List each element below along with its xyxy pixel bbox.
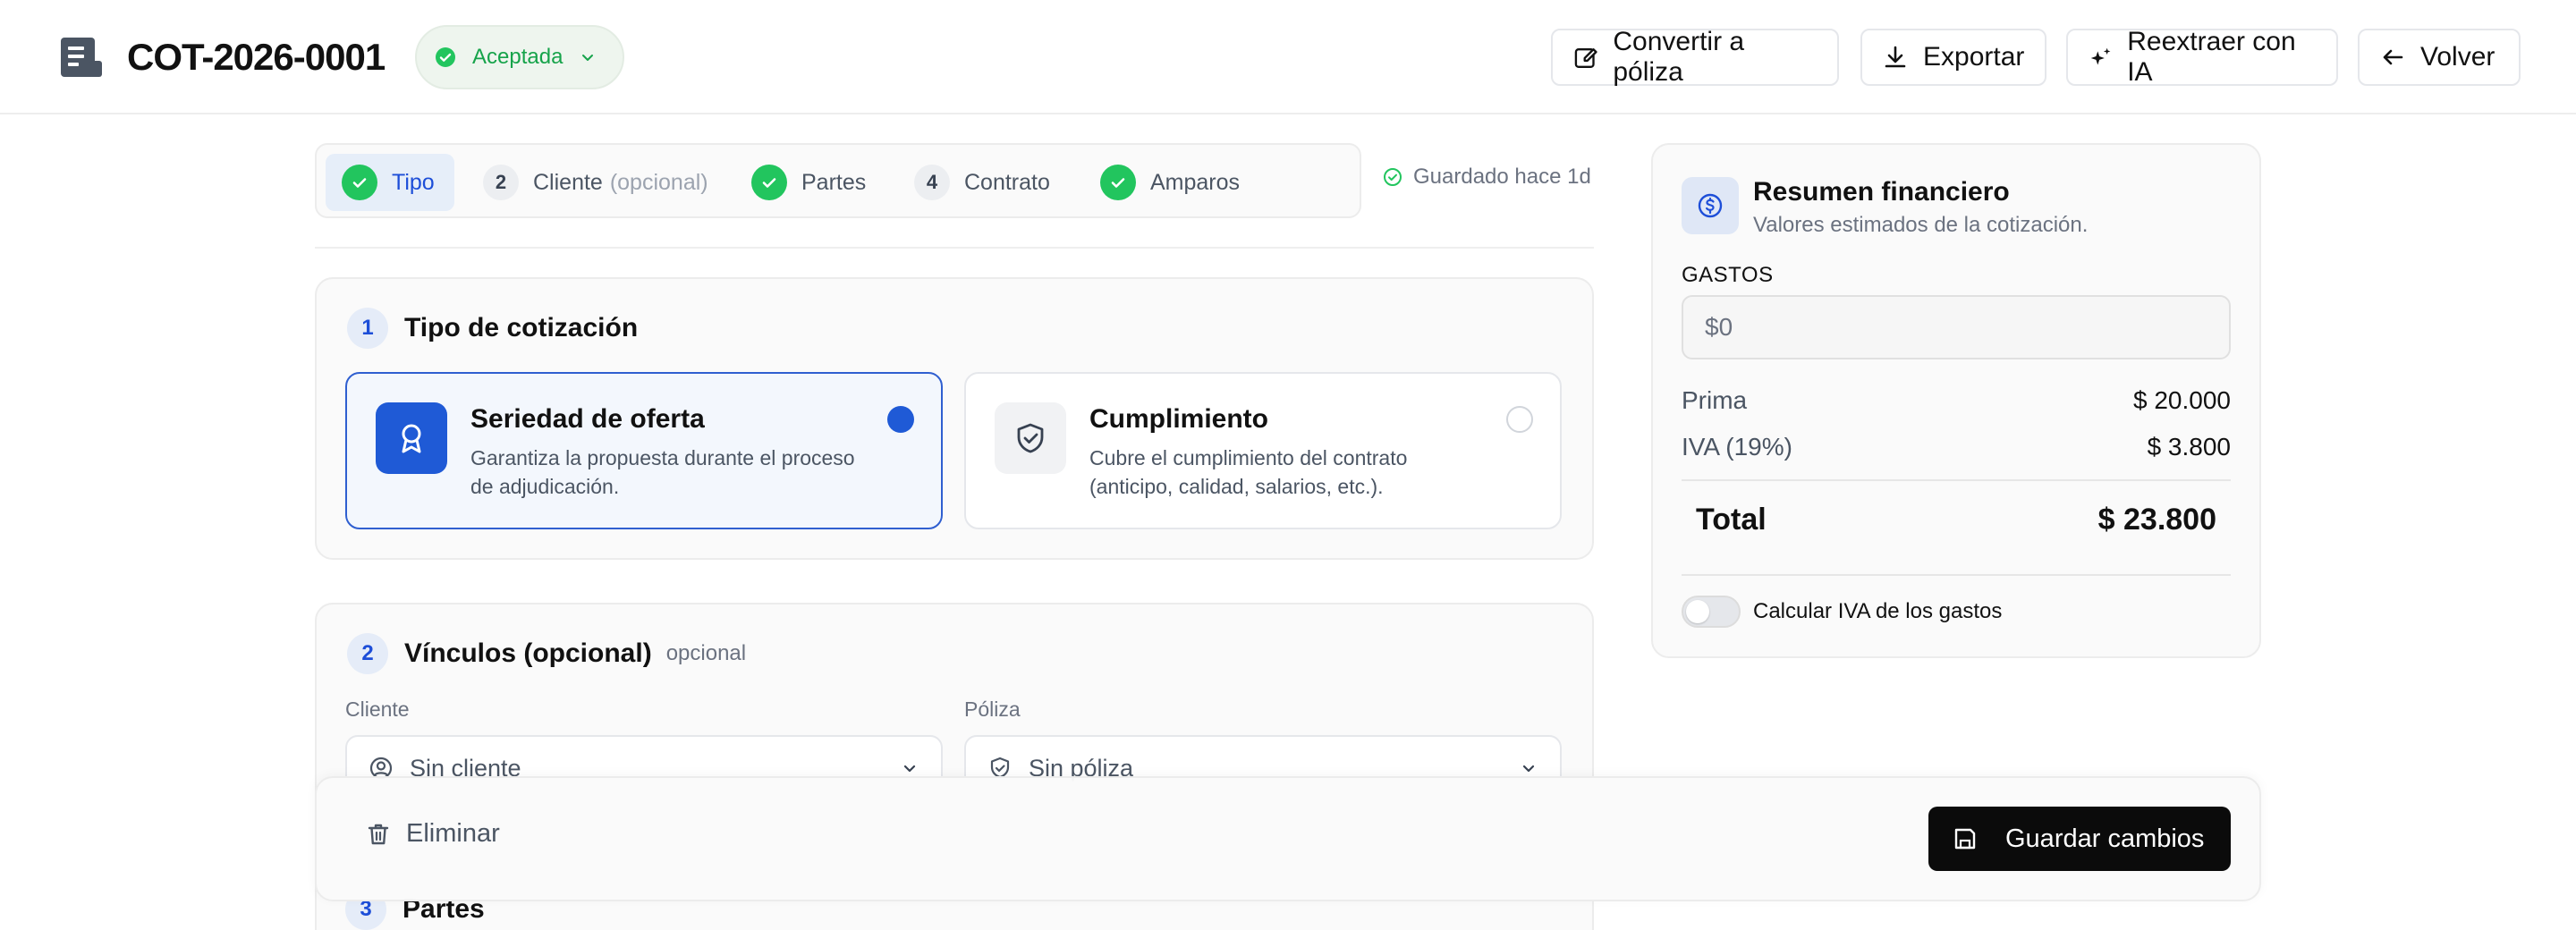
delete-label: Eliminar — [406, 819, 500, 848]
step-cliente[interactable]: 2 Cliente (opcional) — [483, 154, 708, 211]
delete-button[interactable]: Eliminar — [365, 819, 500, 849]
status-dropdown[interactable]: Aceptada — [415, 25, 624, 89]
panel-title: Resumen financiero — [1753, 177, 2010, 207]
check-icon — [342, 165, 377, 200]
option-description: Garantiza la propuesta durante el proces… — [470, 446, 855, 498]
total-label: Total — [1696, 503, 1767, 537]
toggle-label: Calcular IVA de los gastos — [1753, 599, 2003, 623]
step-partes[interactable]: Partes — [751, 154, 866, 211]
financial-summary-panel: Resumen financiero Valores estimados de … — [1651, 143, 2261, 658]
step-label: Contrato — [964, 169, 1050, 195]
radio-selected[interactable] — [887, 406, 914, 433]
step-optional-label: (opcional) — [609, 169, 708, 195]
radio-unselected[interactable] — [1506, 406, 1533, 433]
divider — [1682, 479, 2231, 481]
step-amparos[interactable]: Amparos — [1100, 154, 1240, 211]
step-label: Cliente — [533, 169, 603, 195]
export-button[interactable]: Exportar — [1860, 29, 2046, 86]
cliente-label: Cliente — [345, 698, 410, 721]
document-icon — [59, 36, 104, 79]
option-title: Seriedad de oferta — [470, 404, 705, 434]
check-circle-icon — [436, 47, 455, 67]
section-title: Tipo de cotización — [404, 313, 639, 342]
export-label: Exportar — [1923, 42, 2025, 72]
convert-to-policy-button[interactable]: Convertir a póliza — [1551, 27, 1839, 87]
check-icon — [1100, 165, 1136, 200]
section-title: Vínculos (opcional) — [404, 638, 652, 668]
back-label: Volver — [2420, 42, 2496, 72]
dollar-circle-icon — [1682, 177, 1739, 234]
check-icon — [751, 165, 787, 200]
section-number: 1 — [347, 308, 388, 349]
row-value: $ 3.800 — [2147, 433, 2231, 461]
section-number: 2 — [347, 633, 388, 674]
wizard-stepper: Tipo 2 Cliente (opcional) Partes 4 Contr… — [315, 143, 1361, 218]
divider — [1682, 574, 2231, 576]
step-label: Amparos — [1150, 169, 1241, 195]
row-key: Prima — [1682, 386, 1748, 414]
section-quote-type: 1 Tipo de cotización Seriedad de oferta … — [315, 277, 1594, 560]
divider — [315, 247, 1594, 249]
iva-gastos-toggle[interactable] — [1682, 596, 1741, 628]
download-icon — [1885, 46, 1906, 68]
row-key: IVA (19%) — [1682, 433, 1792, 461]
chevron-down-icon — [582, 55, 594, 61]
chevron-down-icon — [1522, 765, 1535, 773]
option-title: Cumplimiento — [1089, 404, 1268, 434]
save-icon — [1954, 828, 1976, 850]
step-label: Tipo — [392, 169, 435, 195]
arrow-left-icon — [2383, 49, 2403, 65]
bottom-action-bar: Eliminar Guardar cambios — [315, 776, 2261, 901]
gastos-placeholder: $0 — [1705, 313, 1733, 341]
status-label: Aceptada — [472, 45, 564, 69]
step-contrato[interactable]: 4 Contrato — [914, 154, 1050, 211]
reextract-ai-button[interactable]: Reextraer con IA — [2066, 27, 2338, 87]
poliza-label: Póliza — [964, 698, 1021, 721]
total-value: $ 23.800 — [2097, 503, 2216, 537]
convert-label: Convertir a póliza — [1613, 27, 1745, 87]
award-icon — [376, 402, 447, 474]
iva-row: IVA (19%) $ 3.800 — [1682, 433, 2231, 461]
chevron-down-icon — [903, 765, 916, 773]
step-tipo[interactable]: Tipo — [326, 154, 454, 211]
option-card-seriedad[interactable]: Seriedad de oferta Garantiza la propuest… — [345, 372, 943, 529]
step-number: 2 — [483, 165, 519, 200]
saved-indicator: Guardado hace 1d — [1383, 165, 1591, 190]
reextract-label: Reextraer con IA — [2127, 27, 2296, 87]
option-card-cumplimiento[interactable]: Cumplimiento Cubre el cumplimiento del c… — [964, 372, 1562, 529]
edit-document-icon — [1574, 48, 1597, 68]
section-subtitle: opcional — [665, 641, 747, 665]
step-number: 4 — [914, 165, 950, 200]
back-button[interactable]: Volver — [2358, 29, 2521, 86]
prima-row: Prima $ 20.000 — [1682, 386, 2231, 415]
row-value: $ 20.000 — [2133, 386, 2231, 414]
shield-check-icon — [995, 402, 1066, 474]
total-row: Total $ 23.800 — [1696, 503, 2216, 537]
trash-icon — [368, 824, 389, 844]
save-label: Guardar cambios — [2005, 824, 2205, 853]
option-description: Cubre el cumplimiento del contrato (anti… — [1089, 446, 1408, 498]
page-title: COT-2026-0001 — [127, 36, 386, 78]
saved-label: Guardado hace 1d — [1413, 165, 1591, 189]
sparkles-icon — [2090, 47, 2111, 65]
panel-subtitle: Valores estimados de la cotización. — [1753, 213, 2089, 237]
top-header: COT-2026-0001 Aceptada Convertir a póliz… — [0, 0, 2576, 114]
gastos-input[interactable]: $0 — [1682, 295, 2231, 359]
check-circle-icon — [1384, 168, 1402, 186]
save-changes-button[interactable]: Guardar cambios — [1928, 807, 2231, 871]
step-label: Partes — [801, 169, 867, 195]
gastos-label: GASTOS — [1682, 263, 1774, 287]
